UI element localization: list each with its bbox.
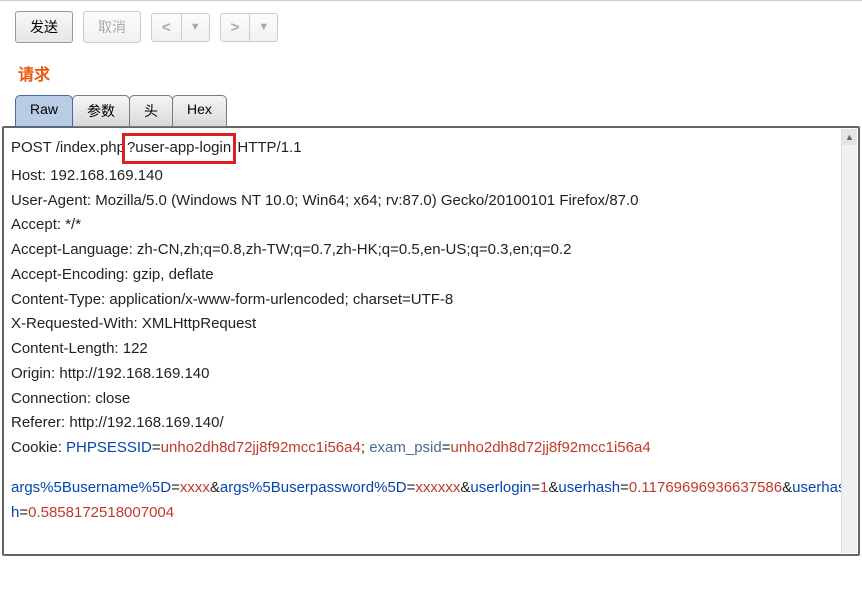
- send-button[interactable]: 发送: [15, 11, 73, 43]
- tabs: Raw 参数 头 Hex: [0, 95, 862, 127]
- scroll-up-icon[interactable]: ▲: [842, 129, 857, 145]
- toolbar: 发送 取消 < ▼ > ▼: [0, 0, 862, 53]
- request-line: POST /index.php?user-app-login HTTP/1.1: [11, 133, 851, 164]
- request-raw-text[interactable]: POST /index.php?user-app-login HTTP/1.1 …: [4, 128, 858, 554]
- dropdown-icon: ▼: [182, 14, 209, 41]
- tab-headers[interactable]: 头: [129, 95, 173, 127]
- header-connection: Connection: close: [11, 387, 851, 412]
- header-user-agent: User-Agent: Mozilla/5.0 (Windows NT 10.0…: [11, 189, 851, 214]
- blank-line: [11, 461, 851, 476]
- header-content-length: Content-Length: 122: [11, 337, 851, 362]
- dropdown-icon: ▼: [250, 14, 277, 41]
- chevron-left-icon: <: [152, 14, 182, 41]
- highlighted-query: ?user-app-login: [122, 133, 236, 164]
- header-accept: Accept: */*: [11, 213, 851, 238]
- tab-params[interactable]: 参数: [72, 95, 130, 127]
- prev-button[interactable]: < ▼: [151, 13, 210, 42]
- header-x-requested-with: X-Requested-With: XMLHttpRequest: [11, 312, 851, 337]
- tab-raw[interactable]: Raw: [15, 95, 73, 127]
- chevron-right-icon: >: [221, 14, 251, 41]
- header-accept-encoding: Accept-Encoding: gzip, deflate: [11, 263, 851, 288]
- header-referer: Referer: http://192.168.169.140/: [11, 411, 851, 436]
- header-origin: Origin: http://192.168.169.140: [11, 362, 851, 387]
- scrollbar[interactable]: ▲: [841, 129, 857, 553]
- request-body: args%5Busername%5D=xxxx&args%5Buserpassw…: [11, 476, 851, 526]
- request-panel: POST /index.php?user-app-login HTTP/1.1 …: [2, 126, 860, 556]
- header-accept-language: Accept-Language: zh-CN,zh;q=0.8,zh-TW;q=…: [11, 238, 851, 263]
- header-cookie: Cookie: PHPSESSID=unho2dh8d72jj8f92mcc1i…: [11, 436, 851, 461]
- next-button[interactable]: > ▼: [220, 13, 279, 42]
- header-content-type: Content-Type: application/x-www-form-url…: [11, 288, 851, 313]
- cancel-button[interactable]: 取消: [83, 11, 141, 43]
- header-host: Host: 192.168.169.140: [11, 164, 851, 189]
- section-title-request: 请求: [0, 53, 862, 95]
- tab-hex[interactable]: Hex: [172, 95, 227, 127]
